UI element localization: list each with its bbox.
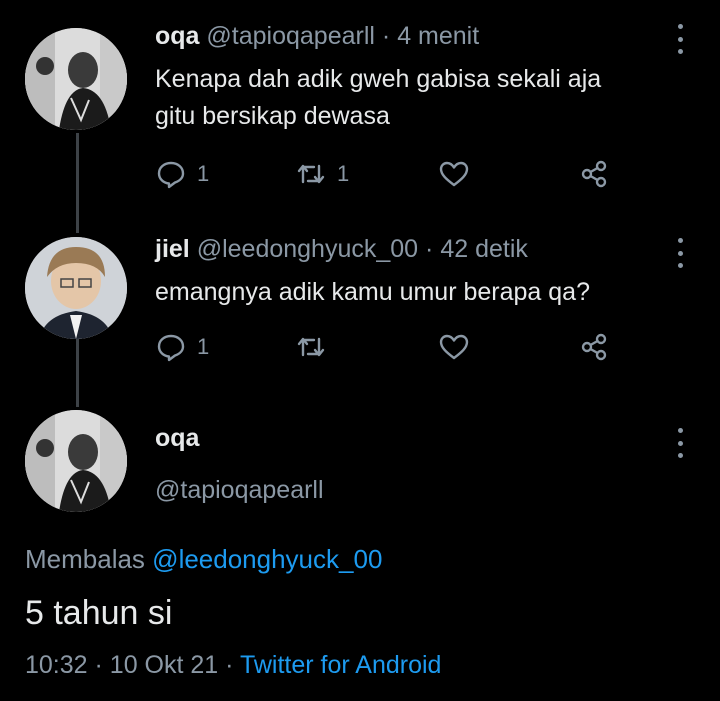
reply-button[interactable]: 1 — [155, 330, 209, 364]
thread-line — [76, 339, 79, 407]
username[interactable]: @leedonghyuck_00 — [197, 235, 418, 263]
tweet-text: 5 tahun si — [25, 594, 173, 632]
like-icon — [439, 334, 469, 360]
retweet-button[interactable]: 1 — [295, 157, 349, 191]
retweet-count: 1 — [337, 161, 350, 186]
display-name[interactable]: oqa — [155, 424, 199, 453]
tweet-text-line: emangnya adik kamu umur berapa qa? — [155, 278, 590, 306]
display-name[interactable]: jiel — [155, 235, 190, 263]
thread-line — [76, 133, 79, 233]
separator: · — [94, 651, 103, 679]
tweet-actions: 1 1 — [155, 157, 615, 191]
tweet-metadata: 10:32 · 10 Okt 21 · Twitter for Android — [25, 651, 441, 680]
reply-icon — [157, 334, 185, 362]
like-icon — [439, 161, 469, 187]
username[interactable]: @tapioqapearll — [206, 22, 375, 50]
reply-icon — [157, 161, 185, 189]
timestamp[interactable]: 42 detik — [440, 235, 528, 263]
share-icon — [581, 160, 607, 188]
username[interactable]: @tapioqapearll — [155, 476, 324, 505]
replying-label: Membalas — [25, 544, 145, 574]
mention-link[interactable]: @leedonghyuck_00 — [152, 544, 382, 574]
avatar[interactable] — [25, 28, 127, 130]
more-icon[interactable] — [672, 238, 688, 268]
display-name[interactable]: oqa — [155, 22, 199, 50]
tweet-text: emangnya adik kamu umur berapa qa? — [155, 274, 715, 311]
avatar[interactable] — [25, 237, 127, 339]
tweet-date: 10 Okt 21 — [109, 651, 219, 679]
tweet-header: jiel @leedonghyuck_00 · 42 detik — [155, 235, 528, 264]
reply-count: 1 — [197, 334, 210, 359]
separator: · — [381, 22, 391, 50]
tweet-text-line: Kenapa dah adik gweh gabisa sekali aja — [155, 65, 602, 93]
tweet-header: oqa @tapioqapearll · 4 menit — [155, 22, 479, 51]
separator: · — [225, 651, 234, 679]
retweet-icon — [297, 164, 325, 184]
replying-to: Membalas @leedonghyuck_00 — [25, 544, 382, 575]
retweet-icon — [297, 337, 325, 357]
tweet-time: 10:32 — [25, 651, 88, 679]
source-link[interactable]: Twitter for Android — [240, 651, 441, 679]
avatar[interactable] — [25, 410, 127, 512]
reply-count: 1 — [197, 161, 210, 186]
retweet-button[interactable] — [295, 330, 337, 364]
tweet-text: Kenapa dah adik gweh gabisa sekali aja g… — [155, 61, 715, 135]
like-button[interactable] — [438, 330, 480, 364]
share-button[interactable] — [578, 157, 610, 191]
separator: · — [425, 235, 434, 263]
like-button[interactable] — [438, 157, 480, 191]
more-icon[interactable] — [672, 428, 688, 458]
tweet-text-line: gitu bersikap dewasa — [155, 102, 390, 130]
reply-button[interactable]: 1 — [155, 157, 209, 191]
share-icon — [581, 333, 607, 361]
tweet-actions: 1 — [155, 330, 615, 364]
more-icon[interactable] — [672, 24, 688, 54]
timestamp[interactable]: 4 menit — [397, 22, 479, 50]
share-button[interactable] — [578, 330, 610, 364]
